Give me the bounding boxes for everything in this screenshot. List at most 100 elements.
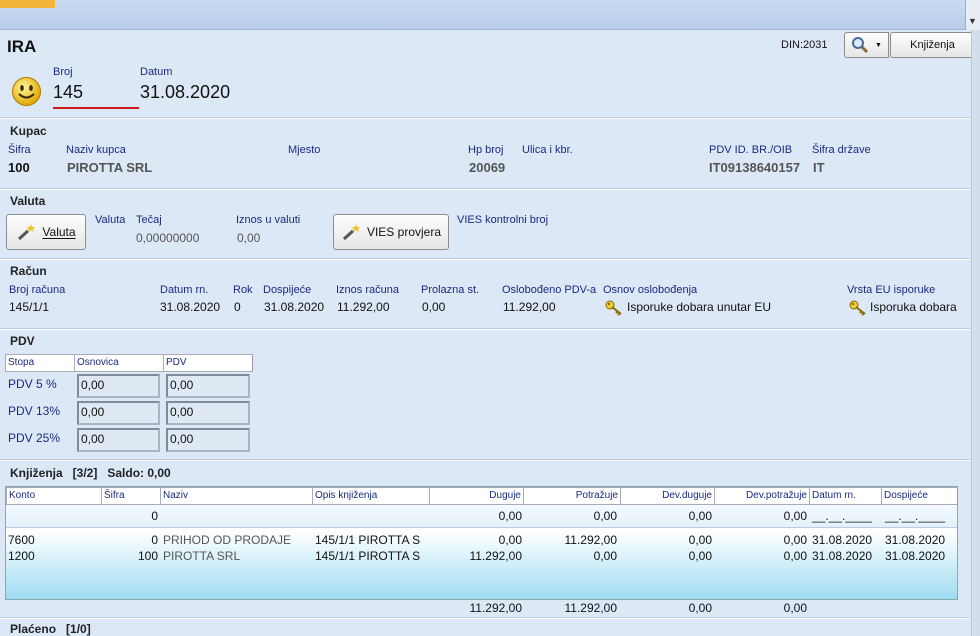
divider [0, 459, 970, 461]
pdv-osnovica-input[interactable]: 0,00 [77, 374, 160, 398]
vrsta-value[interactable]: Isporuka dobara [870, 300, 957, 314]
smiley-icon [12, 77, 41, 106]
grid-cell[interactable]: PIROTTA SRL [163, 549, 240, 563]
grid-cell[interactable]: 0,00 [620, 549, 712, 563]
placeno-section-title: Plaćeno [1/0] [10, 622, 91, 636]
grid-cell[interactable]: 100 [101, 549, 158, 563]
grid-header-sifra[interactable]: Šifra [101, 487, 161, 505]
pdv-osnovica-input[interactable]: 0,00 [77, 428, 160, 452]
datum-rn-label: Datum rn. [160, 284, 209, 296]
rok-value[interactable]: 0 [234, 300, 241, 314]
pdv-iznos-input[interactable]: 0,00 [166, 401, 250, 425]
grid-cell[interactable]: 0 [101, 509, 158, 523]
pdv-section-title: PDV [10, 334, 35, 348]
knjizenja-button[interactable]: Knjiženja [890, 32, 975, 58]
din-label: DIN:2031 [781, 39, 828, 51]
pdv-row-stopa: PDV 13% [8, 404, 61, 418]
pdv-header-osnovica[interactable]: Osnovica [74, 354, 164, 372]
prolazna-label: Prolazna st. [421, 284, 480, 296]
grid-header-opis[interactable]: Opis knjiženja [312, 487, 430, 505]
grid-cell[interactable]: 0,00 [714, 509, 807, 523]
grid-cell[interactable]: 0,00 [429, 533, 522, 547]
grid-header-dev-duguje[interactable]: Dev.duguje [620, 487, 715, 505]
magic-wand-icon [18, 224, 36, 241]
divider [0, 258, 970, 260]
sifra-value[interactable]: 100 [8, 160, 30, 175]
grid-cell[interactable]: 145/1/1 PIROTTA S [315, 533, 420, 547]
grid-cell[interactable]: 31.08.2020 [812, 549, 872, 563]
grid-header-naziv[interactable]: Naziv [160, 487, 313, 505]
datum-label: Datum [140, 66, 173, 78]
grid-cell[interactable]: PRIHOD OD PRODAJE [163, 533, 291, 547]
valuta-button-label: Valuta [42, 225, 76, 239]
active-tab-indicator[interactable] [0, 0, 55, 8]
broj-field[interactable]: 145 [53, 81, 139, 109]
datum-value[interactable]: 31.08.2020 [140, 81, 230, 103]
page-title: IRA [7, 37, 37, 56]
knjizenja-section-title: Knjiženja [3/2] Saldo: 0,00 [10, 466, 171, 480]
grid-cell[interactable]: 145/1/1 PIROTTA S [315, 549, 420, 563]
vertical-scrollbar[interactable] [971, 30, 980, 636]
valuta-section-title: Valuta [10, 194, 46, 208]
osnov-value[interactable]: Isporuke dobara unutar EU [627, 300, 771, 314]
grid-header-dev-potrazuje[interactable]: Dev.potražuje [714, 487, 810, 505]
mjesto-label: Mjesto [288, 144, 321, 156]
grid-header-dospijece[interactable]: Dospijeće [881, 487, 958, 505]
grid-cell[interactable]: 31.08.2020 [885, 533, 945, 547]
valuta-button[interactable]: Valuta [6, 214, 86, 250]
grid-cell[interactable]: 0,00 [714, 549, 807, 563]
grid-header-duguje[interactable]: Duguje [429, 487, 524, 505]
divider [0, 188, 970, 190]
pdv-iznos-input[interactable]: 0,00 [166, 428, 250, 452]
key-icon[interactable] [605, 300, 623, 316]
drzava-value[interactable]: IT [813, 160, 825, 175]
pdv-header-stopa[interactable]: Stopa [5, 354, 75, 372]
key-icon[interactable] [849, 300, 867, 316]
pdv-id-value[interactable]: IT09138640157 [709, 160, 800, 175]
grid-cell[interactable]: 31.08.2020 [885, 549, 945, 563]
grid-cell[interactable]: 1200 [8, 549, 35, 563]
top-bar [0, 0, 980, 30]
grid-cell[interactable]: 0,00 [523, 549, 617, 563]
pdv-iznos-input[interactable]: 0,00 [166, 374, 250, 398]
grid-cell[interactable]: 0,00 [429, 509, 522, 523]
grid-header-potrazuje[interactable]: Potražuje [523, 487, 621, 505]
naziv-value[interactable]: PIROTTA SRL [67, 160, 152, 175]
broj-racuna-label: Broj računa [9, 284, 66, 296]
iznos-racuna-value[interactable]: 11.292,00 [337, 300, 390, 314]
iznos-valuta-value[interactable]: 0,00 [237, 231, 260, 245]
divider [0, 617, 970, 619]
datum-rn-value[interactable]: 31.08.2020 [160, 300, 220, 314]
grid-cell[interactable]: 11.292,00 [429, 549, 523, 563]
grid-cell[interactable]: 0,00 [523, 509, 617, 523]
drzava-label: Šifra države [812, 144, 871, 156]
oslobodeno-value[interactable]: 11.292,00 [503, 300, 556, 314]
total-dev-duguje: 0,00 [688, 601, 712, 615]
grid-header-konto[interactable]: Konto [6, 487, 102, 505]
pdv-osnovica-input[interactable]: 0,00 [77, 401, 160, 425]
prolazna-value[interactable]: 0,00 [422, 300, 445, 314]
tecaj-value[interactable]: 0,00000000 [136, 231, 199, 245]
grid-cell[interactable]: 31.08.2020 [812, 533, 872, 547]
grid-cell[interactable]: 0,00 [620, 533, 712, 547]
broj-racuna-value[interactable]: 145/1/1 [9, 300, 49, 314]
grid-cell[interactable]: 0 [101, 533, 158, 547]
grid-cell[interactable]: 7600 [8, 533, 35, 547]
divider [0, 117, 970, 119]
oslobodeno-label: Oslobođeno PDV-a [502, 284, 597, 296]
grid-header-datum-rn[interactable]: Datum rn. [809, 487, 882, 505]
grid-cell[interactable]: __.__.____ [812, 509, 872, 523]
grid-cell[interactable]: __.__.____ [885, 509, 945, 523]
grid-cell[interactable]: 0,00 [714, 533, 807, 547]
grid-cell[interactable]: 0,00 [620, 509, 712, 523]
scroll-arrow[interactable]: ▼ [965, 0, 980, 30]
hp-value[interactable]: 20069 [469, 160, 505, 175]
search-dropdown-button[interactable]: ▼ [844, 32, 889, 58]
chevron-down-icon: ▼ [968, 16, 977, 26]
grid-cell[interactable]: 11.292,00 [523, 533, 618, 547]
ulica-label: Ulica i kbr. [522, 144, 573, 156]
vies-button[interactable]: VIES provjera [333, 214, 449, 250]
tecaj-label: Tečaj [136, 214, 162, 226]
pdv-header-pdv[interactable]: PDV [163, 354, 253, 372]
dospijece-value[interactable]: 31.08.2020 [264, 300, 324, 314]
